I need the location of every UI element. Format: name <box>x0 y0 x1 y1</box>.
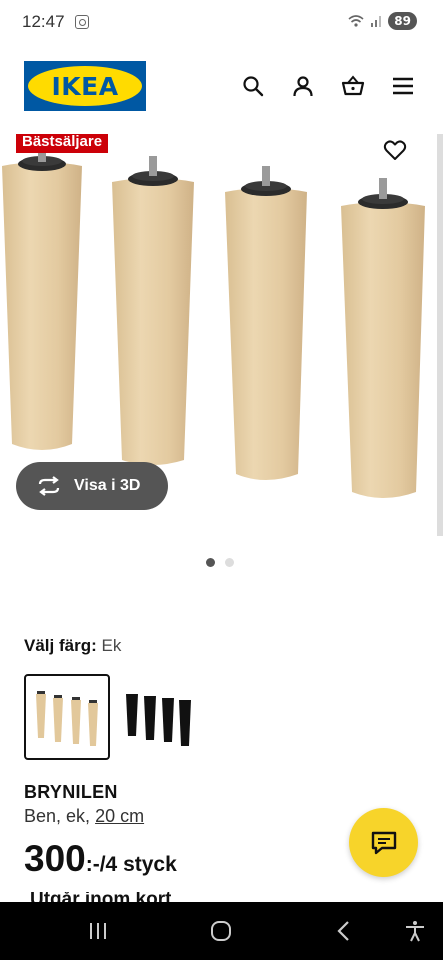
home-icon[interactable] <box>209 920 233 942</box>
color-label-text: Välj färg: <box>24 636 97 655</box>
basket-icon[interactable] <box>341 74 365 98</box>
color-swatch-black[interactable] <box>117 674 203 760</box>
leg-4 <box>341 178 425 498</box>
header-actions <box>241 74 415 98</box>
black-legs-thumbnail <box>126 694 191 746</box>
price-unit: :-/4 styck <box>85 853 177 876</box>
ikea-logo[interactable]: IKEA <box>24 61 146 111</box>
leg-3 <box>225 166 307 480</box>
pagination-dot-1[interactable] <box>206 558 215 567</box>
battery-indicator: 89 <box>388 12 417 30</box>
wifi-icon <box>348 15 364 27</box>
menu-icon[interactable] <box>391 74 415 98</box>
leg-2 <box>112 156 194 465</box>
screen-record-icon <box>74 15 89 29</box>
leg-1 <box>2 148 82 450</box>
view-in-3d-label: Visa i 3D <box>74 477 141 494</box>
chat-icon <box>371 831 396 854</box>
logo-text: IKEA <box>51 71 119 101</box>
chat-button[interactable] <box>349 808 418 877</box>
availability-text: Utgår inom kort <box>30 892 171 902</box>
bestseller-badge: Bästsäljare <box>16 134 109 153</box>
rotate-3d-icon <box>38 476 60 496</box>
product-description: Ben, ek, 20 cm <box>24 806 144 827</box>
availability-notice: Utgår inom kort <box>30 892 171 902</box>
next-image-edge <box>437 134 443 536</box>
gallery-pagination <box>206 558 234 567</box>
heart-icon[interactable] <box>383 138 407 162</box>
logo-oval: IKEA <box>28 66 142 106</box>
recent-apps-icon[interactable] <box>86 920 110 942</box>
status-time: 12:47 <box>22 12 65 31</box>
site-header: IKEA <box>0 50 443 122</box>
status-icons: 89 <box>348 12 417 30</box>
oak-legs-thumbnail <box>36 691 98 746</box>
back-icon[interactable] <box>333 920 357 942</box>
product-size-link[interactable]: 20 cm <box>95 806 144 826</box>
color-value: Ek <box>101 636 122 655</box>
color-swatch-oak[interactable] <box>24 674 110 760</box>
product-desc-prefix: Ben, ek, <box>24 806 91 826</box>
user-icon[interactable] <box>291 74 315 98</box>
pagination-dot-2[interactable] <box>225 558 234 567</box>
system-nav-bar <box>0 902 443 960</box>
color-select-label: Välj färg: Ek <box>24 636 121 656</box>
product-gallery[interactable]: Bästsäljare Visa i 3D <box>0 134 443 536</box>
signal-icon <box>371 16 382 27</box>
accessibility-icon[interactable] <box>403 920 427 942</box>
price-amount: 300 <box>24 838 86 879</box>
view-in-3d-button[interactable]: Visa i 3D <box>16 462 168 510</box>
product-name: BRYNILEN <box>24 782 118 802</box>
product-price: 300 :-/4 styck <box>24 838 177 880</box>
status-bar: 12:47 89 <box>0 0 443 44</box>
search-icon[interactable] <box>241 74 265 98</box>
